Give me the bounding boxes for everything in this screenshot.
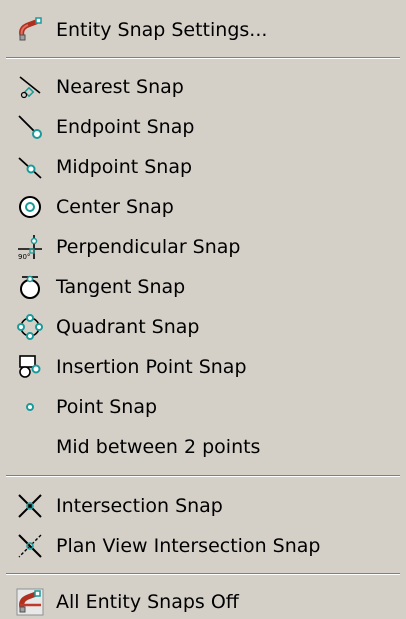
menu-item-point-snap[interactable]: Point Snap bbox=[0, 387, 406, 427]
menu-item-label: Entity Snap Settings... bbox=[56, 19, 268, 41]
intersection-snap-icon bbox=[16, 492, 44, 520]
menu-separator bbox=[6, 57, 400, 59]
menu-item-label: Intersection Snap bbox=[56, 495, 223, 517]
menu-item-midpoint-snap[interactable]: Midpoint Snap bbox=[0, 147, 406, 187]
perpendicular-angle-text: 90° bbox=[18, 253, 30, 261]
menu-item-insertion-point-snap[interactable]: Insertion Point Snap bbox=[0, 347, 406, 387]
menu-item-entity-snap-settings[interactable]: Entity Snap Settings... bbox=[0, 10, 406, 50]
menu-item-label: Endpoint Snap bbox=[56, 116, 195, 138]
snap-settings-icon bbox=[16, 16, 44, 44]
quadrant-snap-icon bbox=[16, 313, 44, 341]
menu-item-tangent-snap[interactable]: Tangent Snap bbox=[0, 267, 406, 307]
entity-snap-menu: Entity Snap Settings... Nearest Snap End… bbox=[0, 0, 406, 619]
all-snaps-off-icon bbox=[16, 588, 44, 616]
menu-item-center-snap[interactable]: Center Snap bbox=[0, 187, 406, 227]
center-snap-icon bbox=[16, 193, 44, 221]
midpoint-snap-icon bbox=[16, 153, 44, 181]
menu-item-label: Tangent Snap bbox=[56, 276, 186, 298]
insertion-point-snap-icon bbox=[16, 353, 44, 381]
menu-item-label: All Entity Snaps Off bbox=[56, 591, 239, 613]
menu-item-label: Insertion Point Snap bbox=[56, 356, 247, 378]
menu-item-perpendicular-snap[interactable]: 90° Perpendicular Snap bbox=[0, 227, 406, 267]
endpoint-snap-icon bbox=[16, 113, 44, 141]
menu-item-label: Mid between 2 points bbox=[56, 436, 261, 458]
menu-item-label: Midpoint Snap bbox=[56, 156, 193, 178]
point-snap-icon bbox=[16, 393, 44, 421]
menu-item-plan-view-intersection-snap[interactable]: Plan View Intersection Snap bbox=[0, 526, 406, 566]
menu-item-endpoint-snap[interactable]: Endpoint Snap bbox=[0, 107, 406, 147]
menu-item-label: Center Snap bbox=[56, 196, 174, 218]
tangent-snap-icon bbox=[16, 273, 44, 301]
menu-item-quadrant-snap[interactable]: Quadrant Snap bbox=[0, 307, 406, 347]
menu-item-label: Point Snap bbox=[56, 396, 158, 418]
menu-item-nearest-snap[interactable]: Nearest Snap bbox=[0, 67, 406, 107]
menu-item-all-entity-snaps-off[interactable]: All Entity Snaps Off bbox=[0, 582, 406, 619]
menu-separator bbox=[6, 475, 400, 477]
menu-item-label: Plan View Intersection Snap bbox=[56, 535, 321, 557]
menu-item-label: Quadrant Snap bbox=[56, 316, 200, 338]
menu-item-mid-between-2-points[interactable]: Mid between 2 points bbox=[0, 427, 406, 467]
menu-item-label: Nearest Snap bbox=[56, 76, 184, 98]
menu-separator bbox=[6, 573, 400, 575]
plan-view-intersection-snap-icon bbox=[16, 532, 44, 560]
menu-item-label: Perpendicular Snap bbox=[56, 236, 241, 258]
nearest-snap-icon bbox=[16, 73, 44, 101]
menu-item-intersection-snap[interactable]: Intersection Snap bbox=[0, 486, 406, 526]
perpendicular-snap-icon: 90° bbox=[16, 233, 44, 261]
